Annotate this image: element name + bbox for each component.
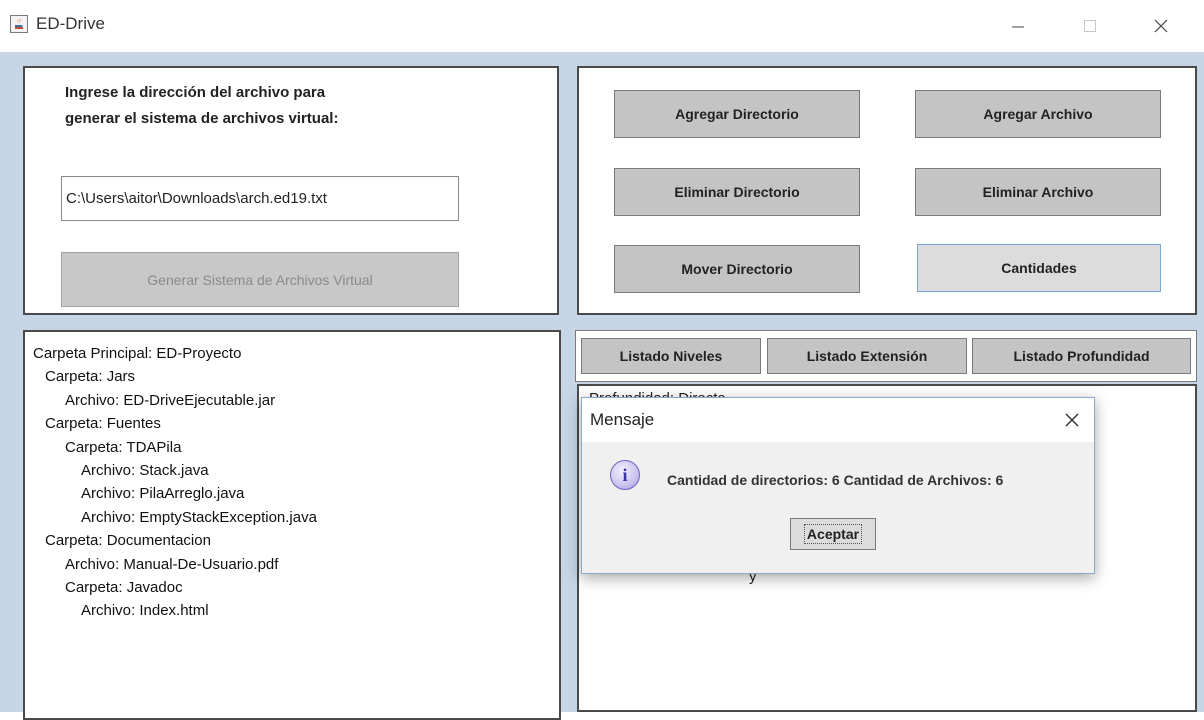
file-path-input[interactable] <box>61 176 459 221</box>
list-extension-button[interactable]: Listado Extensión <box>767 338 967 374</box>
list-depth-button[interactable]: Listado Profundidad <box>972 338 1191 374</box>
directory-tree: Carpeta Principal: ED-Proyecto Carpeta: … <box>33 342 317 623</box>
add-file-button[interactable]: Agregar Archivo <box>915 90 1161 138</box>
close-icon <box>1065 413 1079 427</box>
minimize-icon <box>1012 26 1024 28</box>
close-window-button[interactable] <box>1138 8 1184 44</box>
listing-buttons-strip: Listado Niveles Listado Extensión Listad… <box>575 330 1197 382</box>
tree-item[interactable]: Archivo: EmptyStackException.java <box>33 506 317 529</box>
tree-item[interactable]: Archivo: Index.html <box>33 599 317 622</box>
dialog-message: Cantidad de directorios: 6 Cantidad de A… <box>667 472 1004 488</box>
actions-panel: Agregar Directorio Agregar Archivo Elimi… <box>577 66 1197 315</box>
window-title: ED-Drive <box>36 14 105 33</box>
instruction-text: Ingrese la dirección del archivo para ge… <box>65 80 338 132</box>
java-app-icon <box>10 15 28 33</box>
instruction-line-2: generar el sistema de archivos virtual: <box>65 110 339 127</box>
tree-item[interactable]: Carpeta: Jars <box>33 365 317 388</box>
dialog-ok-button[interactable]: Aceptar <box>790 518 876 550</box>
dialog-ok-label: Aceptar <box>803 524 863 544</box>
tree-item[interactable]: Carpeta: Documentacion <box>33 529 317 552</box>
tree-item[interactable]: Archivo: PilaArreglo.java <box>33 482 317 505</box>
minimize-button[interactable] <box>995 8 1041 44</box>
window-titlebar: ED-Drive <box>0 0 1204 52</box>
add-directory-button[interactable]: Agregar Directorio <box>614 90 860 138</box>
move-directory-button[interactable]: Mover Directorio <box>614 245 860 293</box>
maximize-icon <box>1084 20 1096 32</box>
delete-file-button[interactable]: Eliminar Archivo <box>915 168 1161 216</box>
counts-button[interactable]: Cantidades <box>917 244 1161 292</box>
tree-item[interactable]: Archivo: Manual-De-Usuario.pdf <box>33 553 317 576</box>
message-dialog: Mensaje i Cantidad de directorios: 6 Can… <box>581 397 1095 574</box>
dialog-close-button[interactable] <box>1060 408 1084 432</box>
file-input-panel: Ingrese la dirección del archivo para ge… <box>23 66 559 315</box>
delete-directory-button[interactable]: Eliminar Directorio <box>614 168 860 216</box>
generate-virtual-fs-button[interactable]: Generar Sistema de Archivos Virtual <box>61 252 459 307</box>
tree-item[interactable]: Archivo: ED-DriveEjecutable.jar <box>33 389 317 412</box>
dialog-titlebar: Mensaje <box>582 398 1094 442</box>
tree-item[interactable]: Archivo: Stack.java <box>33 459 317 482</box>
tree-item[interactable]: Carpeta: Javadoc <box>33 576 317 599</box>
information-icon: i <box>610 460 640 490</box>
maximize-button[interactable] <box>1067 8 1113 44</box>
tree-item[interactable]: Carpeta: TDAPila <box>33 436 317 459</box>
close-icon <box>1154 19 1168 33</box>
tree-item[interactable]: Carpeta Principal: ED-Proyecto <box>33 342 317 365</box>
directory-tree-panel: Carpeta Principal: ED-Proyecto Carpeta: … <box>23 330 561 720</box>
instruction-line-1: Ingrese la dirección del archivo para <box>65 84 326 101</box>
list-levels-button[interactable]: Listado Niveles <box>581 338 761 374</box>
tree-item[interactable]: Carpeta: Fuentes <box>33 412 317 435</box>
dialog-title: Mensaje <box>590 410 655 429</box>
